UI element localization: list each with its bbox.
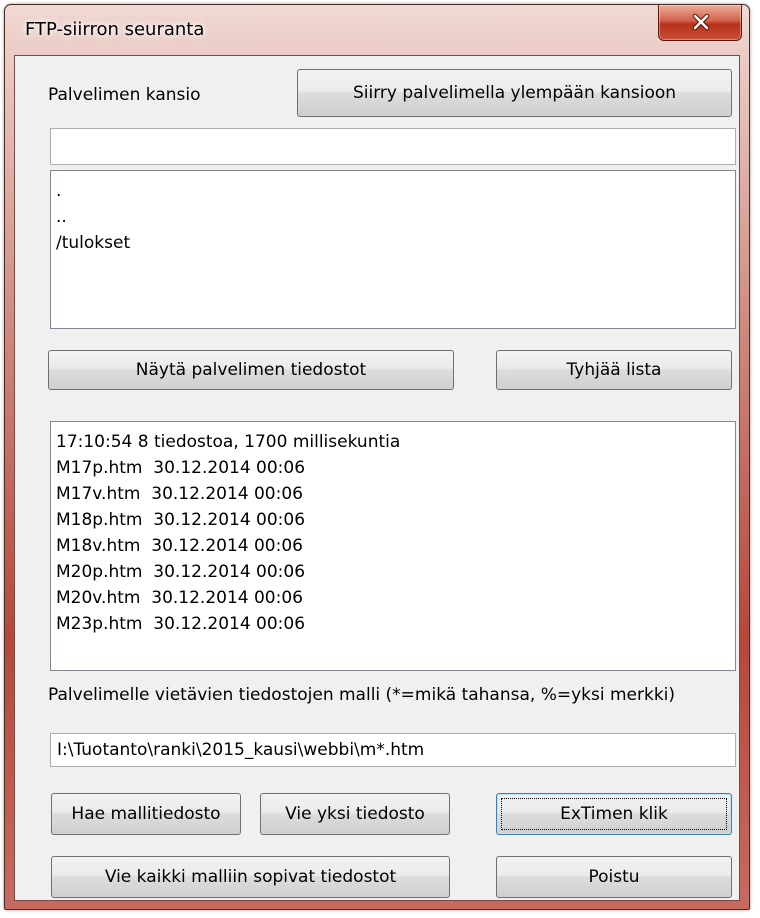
exit-button[interactable]: Poistu: [496, 856, 732, 898]
log-list-item[interactable]: M18p.htm 30.12.2014 00:06: [56, 507, 730, 533]
show-server-files-button[interactable]: Näytä palvelimen tiedostot: [48, 350, 454, 390]
server-folder-input[interactable]: [50, 128, 736, 165]
fetch-template-button[interactable]: Hae mallitiedosto: [51, 793, 241, 835]
window-title: FTP-siirron seuranta: [25, 19, 205, 40]
log-list-item[interactable]: M17v.htm 30.12.2014 00:06: [56, 481, 730, 507]
extimen-click-button[interactable]: ExTimen klik: [496, 793, 732, 835]
folder-list-item[interactable]: .: [56, 178, 730, 204]
close-button[interactable]: [658, 5, 742, 41]
server-folder-list[interactable]: .../tulokset: [50, 170, 736, 329]
log-list-item[interactable]: M17p.htm 30.12.2014 00:06: [56, 455, 730, 481]
extimen-click-label: ExTimen klik: [560, 804, 668, 824]
go-up-folder-button[interactable]: Siirry palvelimella ylempään kansioon: [297, 69, 732, 117]
close-icon: [692, 13, 710, 31]
log-lines: 17:10:54 8 tiedostoa, 1700 millisekuntia…: [56, 429, 730, 637]
pattern-label: Palvelimelle vietävien tiedostojen malli…: [48, 685, 676, 705]
send-one-file-button[interactable]: Vie yksi tiedosto: [260, 793, 450, 835]
log-list-item[interactable]: M23p.htm 30.12.2014 00:06: [56, 611, 730, 637]
file-pattern-input[interactable]: [50, 733, 736, 767]
clear-list-button[interactable]: Tyhjää lista: [496, 350, 732, 390]
folder-items: .../tulokset: [56, 178, 730, 256]
log-list-item[interactable]: 17:10:54 8 tiedostoa, 1700 millisekuntia: [56, 429, 730, 455]
client-area: Palvelimen kansio Siirry palvelimella yl…: [14, 55, 740, 901]
server-folder-label: Palvelimen kansio: [48, 85, 201, 105]
log-list-item[interactable]: M20p.htm 30.12.2014 00:06: [56, 559, 730, 585]
ftp-transfer-window: FTP-siirron seuranta Palvelimen kansio S…: [4, 4, 750, 910]
folder-list-item[interactable]: /tulokset: [56, 230, 730, 256]
transfer-log-list[interactable]: 17:10:54 8 tiedostoa, 1700 millisekuntia…: [50, 421, 736, 671]
log-list-item[interactable]: M20v.htm 30.12.2014 00:06: [56, 585, 730, 611]
send-all-matching-files-button[interactable]: Vie kaikki malliin sopivat tiedostot: [51, 856, 450, 898]
folder-list-item[interactable]: ..: [56, 204, 730, 230]
title-bar[interactable]: FTP-siirron seuranta: [5, 5, 749, 55]
log-list-item[interactable]: M18v.htm 30.12.2014 00:06: [56, 533, 730, 559]
